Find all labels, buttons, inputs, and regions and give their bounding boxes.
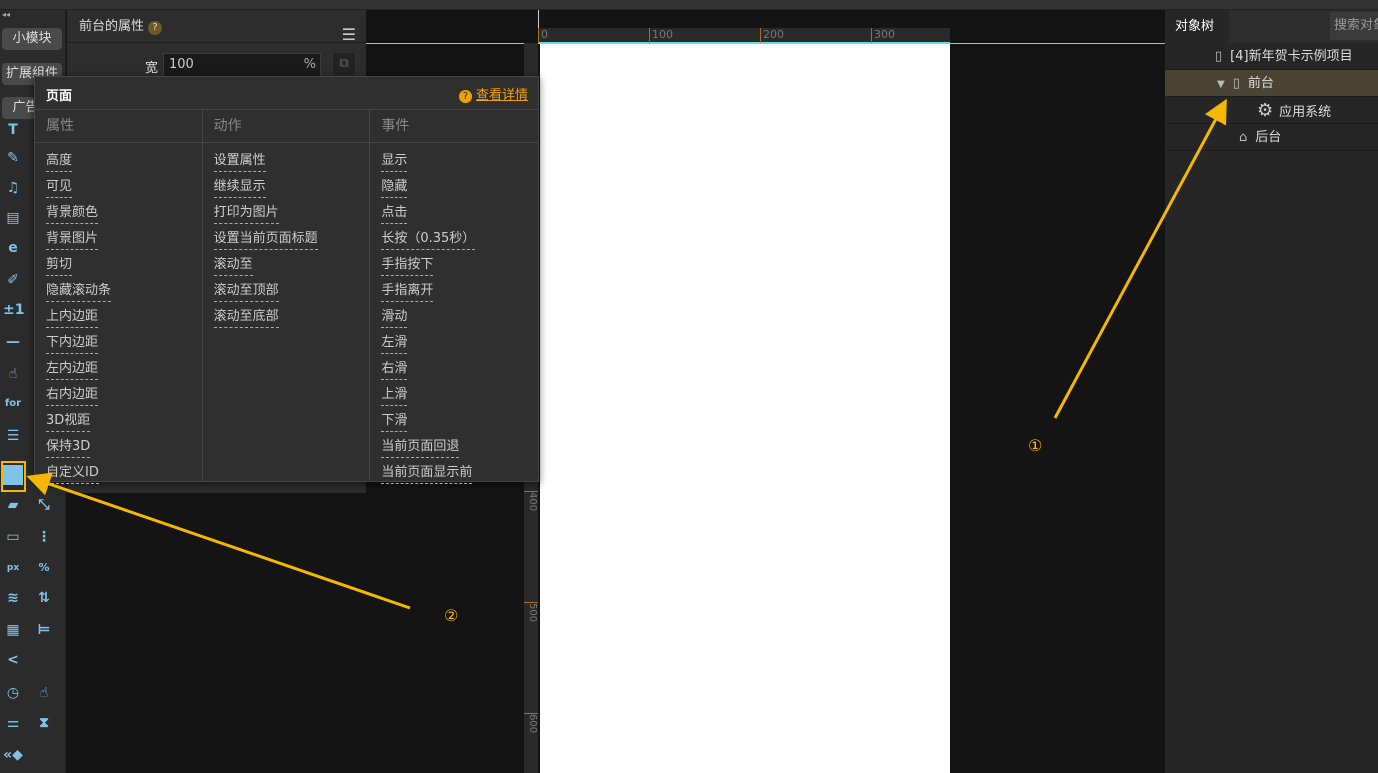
arrow-two [26, 472, 411, 610]
annotation-two: ② [444, 606, 459, 625]
annotation-arrows [26, 98, 1227, 610]
annotation-one: ① [1028, 436, 1043, 455]
arrow-one [1053, 98, 1227, 419]
